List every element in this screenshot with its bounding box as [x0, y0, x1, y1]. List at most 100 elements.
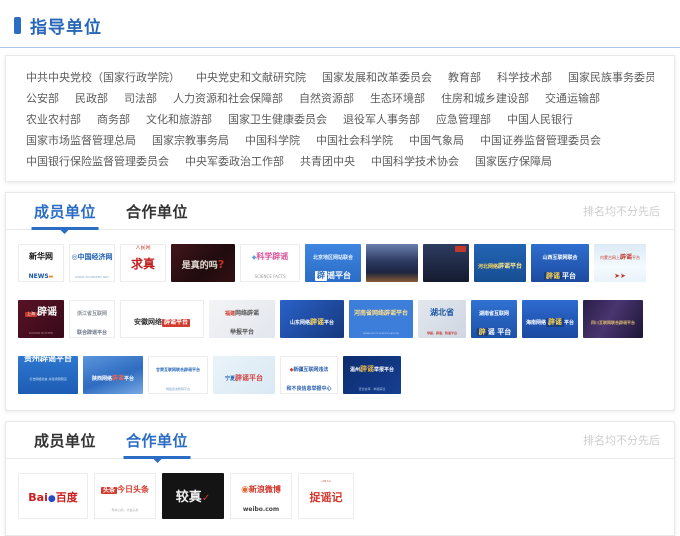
logo-text: 河南省网络辟谣平台 — [354, 300, 408, 319]
logo-text: 贵州辟谣平台 — [24, 356, 72, 365]
zhuoyaoji-logo[interactable]: e调查·出品捉谣记还原真相，粉碎谣言 — [298, 473, 354, 519]
logo-text: 宁夏 辟谣平台 — [225, 365, 263, 384]
tab-partner-units[interactable]: 合作单位 — [126, 193, 188, 229]
logo-text: RUMOR BUSTER — [29, 319, 53, 338]
guide-unit: 国家医疗保障局 — [475, 151, 552, 172]
guide-unit: 生态环境部 — [370, 88, 425, 109]
city-skyline-dusk-logo[interactable] — [366, 244, 418, 282]
guide-unit: 人力资源和社会保障部 — [173, 88, 283, 109]
jiaozhen-logo[interactable]: 较真✓ — [162, 473, 224, 519]
logo-text: 北京地区网站联合 — [313, 244, 353, 263]
ranking-note: 排名均不分先后 — [583, 203, 660, 219]
guide-unit: 中国银行保险监督管理委员会 — [26, 151, 169, 172]
logo-row: Bai●百度头条 今日头条你关心的，才是头条较真✓ ◉ 新浪微博weibo.com… — [18, 473, 662, 519]
guide-unit: 文化和旅游部 — [146, 109, 212, 130]
guide-units-list: 中共中央党校（国家行政学院）中央党史和文献研究院国家发展和改革委员会教育部科学技… — [26, 67, 654, 172]
beijing-piyao-platform-logo[interactable]: 北京地区网站联合辟谣平台 — [305, 244, 361, 282]
hubei-jubao-piyao-logo[interactable]: 湖北省举报、辟谣、防谣平台 — [418, 300, 466, 338]
logo-text: 较真✓ — [176, 486, 210, 506]
logo-text: ◆ 新疆互联网违法 — [290, 356, 329, 375]
logo-text: ◆ 科学辟谣 — [252, 244, 289, 263]
guide-unit: 国家市场监督管理总局 — [26, 130, 136, 151]
hebei-piyao-platform-logo[interactable]: 河北网络 辟谣平台 — [474, 244, 526, 282]
shanxi-piyao-platform-logo[interactable]: 山西互联网联合辟谣 平台 — [531, 244, 589, 282]
logo-text: SCIENCE FACTS — [255, 263, 286, 282]
active-tab-underline — [124, 456, 191, 459]
logo-text: 和不良信息举报中心 — [286, 375, 331, 394]
logo-text: 温州 辟谣 举报平台 — [350, 356, 394, 375]
hunan-piyao-platform-logo[interactable]: 湖南省互联网辟谣 平台 — [471, 300, 517, 338]
logo-text: 浙江省互联网 — [77, 300, 107, 319]
logo-text: 网络谣言粉碎平台 — [166, 375, 190, 394]
kexue-piyao-logo[interactable]: ◆ 科学辟谣SCIENCE FACTS — [240, 244, 300, 282]
guide-unit: 中国社会科学院 — [316, 130, 393, 151]
logo-text: 湖北省 — [430, 300, 454, 319]
tab-label: 成员单位 — [34, 201, 96, 222]
guide-units-row: 中国银行保险监督管理委员会中央军委政治工作部共青团中央中国科学技术协会国家医疗保… — [26, 151, 654, 172]
logo-text: ◎ 中国经济网 — [71, 244, 112, 263]
china-economic-net-logo[interactable]: ◎ 中国经济网CHINA ECONOMIC NET — [69, 244, 115, 282]
tab-member-units[interactable]: 成员单位 — [34, 193, 96, 229]
tab-member-units[interactable]: 成员单位 — [34, 422, 96, 458]
renminwang-qiuzhen-logo[interactable]: 人民网求真求证求实 还原事实真相 — [120, 244, 166, 282]
jinri-toutiao-logo[interactable]: 头条 今日头条你关心的，才是头条 — [94, 473, 156, 519]
guide-units-row: 中共中央党校（国家行政学院）中央党史和文献研究院国家发展和改革委员会教育部科学技… — [26, 67, 654, 88]
guide-section-header: 指导单位 — [0, 0, 680, 47]
guide-unit: 住房和城乡建设部 — [441, 88, 529, 109]
sina-weibo-logo[interactable]: ◉ 新浪微博weibo.com — [230, 473, 292, 519]
guide-unit: 中央军委政治工作部 — [185, 151, 284, 172]
page-title: 指导单位 — [30, 13, 102, 38]
logo-text: 福建 网络辟谣 — [225, 300, 259, 319]
guizhou-piyao-platform-logo[interactable]: 贵州辟谣平台打击网络谣言 共建清朗家园贵州省互联网信息办公室 联合主办 — [18, 356, 78, 394]
logo-text: 举报平台 — [230, 319, 254, 338]
sichuan-lianhe-piyao-logo[interactable]: 四川互联网联合辟谣平台 — [583, 300, 643, 338]
member-tabs: 成员单位 合作单位 — [34, 193, 218, 229]
shanghai-piyao-logo[interactable]: 上海辟谣RUMOR BUSTER — [18, 300, 64, 338]
guide-units-row: 国家市场监督管理总局国家宗教事务局中国科学院中国社会科学院中国气象局中国证券监督… — [26, 130, 654, 151]
guide-unit: 农业农村部 — [26, 109, 81, 130]
logo-text: 是真的吗? — [182, 253, 224, 272]
tab-label: 成员单位 — [34, 430, 96, 451]
henan-piyao-platform-logo[interactable]: 河南省网络辟谣平台HENAN REFUTE RUMORS PLATFORM — [349, 300, 413, 338]
partner-tabs: 成员单位 合作单位 — [34, 422, 218, 458]
neimenggu-piyao-platform-logo[interactable]: 内蒙古网上 辟谣 平台➤➤ — [594, 244, 646, 282]
gansu-lianhe-piyao-logo[interactable]: 甘肃互联网联合辟谣平台网络谣言粉碎平台 — [148, 356, 208, 394]
guide-unit: 国家卫生健康委员会 — [228, 109, 327, 130]
wenzhou-piyao-jubao-logo[interactable]: 温州 辟谣 举报平台查谣言库 · 举报辟谣 — [343, 356, 401, 394]
guide-unit: 共青团中央 — [300, 151, 355, 172]
guide-units-row: 农业农村部商务部文化和旅游部国家卫生健康委员会退役军人事务部应急管理部中国人民银… — [26, 109, 654, 130]
logo-text: NEWS ▬ — [29, 263, 54, 282]
logo-text: 还原真相，粉碎谣言 — [306, 506, 346, 519]
logo-text: 辟谣 平台 — [477, 319, 511, 338]
city-skyline-night-logo[interactable] — [423, 244, 469, 282]
member-logo-grid: 新华网NEWS ▬◎ 中国经济网CHINA ECONOMIC NET人民网求真求… — [6, 230, 674, 410]
ningxia-piyao-platform-logo[interactable]: 宁夏 辟谣平台 — [213, 356, 275, 394]
logo-row: 贵州辟谣平台打击网络谣言 共建清朗家园贵州省互联网信息办公室 联合主办陕西网络辟… — [18, 356, 662, 394]
fujian-piyao-jubao-logo[interactable]: 福建 网络辟谣举报平台 — [209, 300, 275, 338]
xinjiang-jubao-center-logo[interactable]: ◆ 新疆互联网违法和不良信息举报中心 — [280, 356, 338, 394]
anhui-piyao-platform-logo[interactable]: 安徽网络 辟谣平台 — [120, 300, 204, 338]
title-bar-icon — [14, 17, 21, 34]
tab-partner-units[interactable]: 合作单位 — [126, 422, 188, 458]
logo-text: 湖南省互联网 — [479, 300, 509, 319]
shi-zhen-de-ma-logo[interactable]: 是真的吗? — [171, 244, 235, 282]
logo-text: 打击网络谣言 共建清朗家园 — [30, 365, 67, 384]
logo-text: Bai●百度 — [28, 486, 77, 505]
xinhuanet-logo[interactable]: 新华网NEWS ▬ — [18, 244, 64, 282]
hainan-piyao-platform-logo[interactable]: 海南网络辟谣平台 — [522, 300, 578, 338]
logo-text: 捉谣记 — [310, 486, 343, 505]
logo-text: 甘肃互联网联合辟谣平台 — [156, 356, 200, 375]
shaanxi-piyao-platform-logo[interactable]: 陕西网络辟谣平台 — [83, 356, 143, 394]
logo-text: 辟谣 平台 — [544, 263, 576, 282]
logo-text: 求证求实 还原事实真相 — [128, 273, 159, 282]
shandong-piyao-platform-logo[interactable]: 山东网络 辟谣 平台 — [280, 300, 344, 338]
logo-text: e调查·出品 — [321, 473, 331, 486]
logo-text: 内蒙古网上 辟谣 平台 — [600, 244, 640, 263]
guide-unit: 自然资源部 — [299, 88, 354, 109]
baidu-logo[interactable]: Bai●百度 — [18, 473, 88, 519]
logo-text: 联合辟谣平台 — [77, 319, 107, 338]
zhejiang-lianhe-piyao-logo[interactable]: 浙江省互联网联合辟谣平台 — [69, 300, 115, 338]
guide-unit: 国家民族事务委员会 — [568, 67, 654, 88]
guide-unit: 中共中央党校（国家行政学院） — [26, 67, 180, 88]
partner-tabbar: 成员单位合作单位 排名均不分先后 — [6, 422, 674, 459]
